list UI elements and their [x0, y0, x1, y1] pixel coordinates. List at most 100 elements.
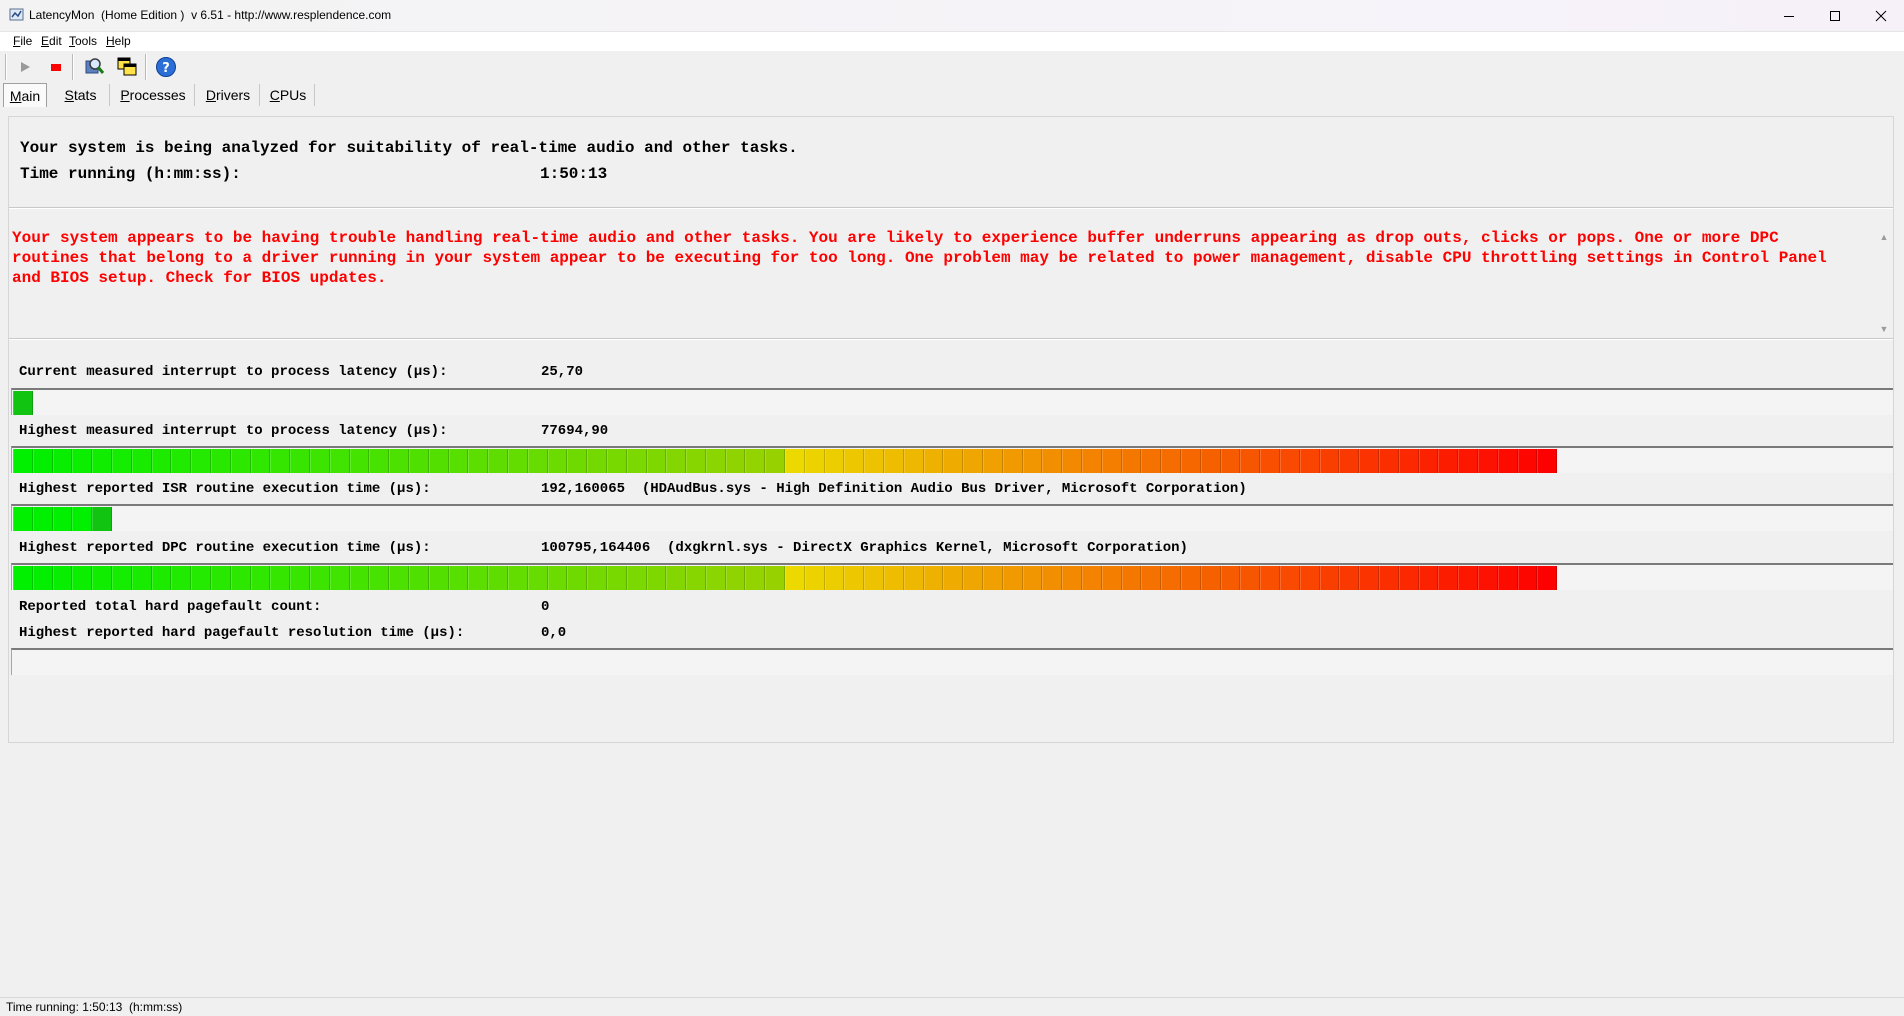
- meter-segment: [1062, 449, 1083, 473]
- menu-help[interactable]: Help: [106, 34, 131, 48]
- meter-segment: [72, 566, 93, 590]
- meter-segment: [309, 449, 330, 473]
- meter-segment: [1002, 449, 1023, 473]
- meter-segment: [210, 449, 231, 473]
- meter-segment: [686, 566, 706, 590]
- maximize-icon: [1830, 10, 1840, 21]
- meter-segment: [290, 566, 310, 590]
- meter-segment: [705, 449, 726, 473]
- divider: [9, 207, 1893, 209]
- current-latency-bar: [11, 388, 1893, 415]
- close-button[interactable]: [1858, 0, 1904, 31]
- meter-segment: [13, 449, 33, 473]
- time-running-value: 1:50:13: [540, 165, 608, 183]
- meter-segment: [1359, 566, 1379, 590]
- meter-segment: [72, 449, 93, 473]
- start-button[interactable]: [12, 54, 38, 80]
- meter-segment: [943, 449, 964, 473]
- meter-segment: [191, 449, 211, 473]
- pagefault-time-value: 0,0: [541, 625, 567, 641]
- menu-edit[interactable]: Edit: [41, 34, 62, 48]
- meter-segment: [507, 566, 528, 590]
- meter-segment: [864, 566, 885, 590]
- meter-segment: [626, 449, 647, 473]
- meter-segment: [369, 566, 390, 590]
- pagefault-count-value: 0: [541, 599, 550, 615]
- meter-segment: [923, 449, 944, 473]
- meter-segment: [1181, 566, 1201, 590]
- meter-segment: [1319, 449, 1340, 473]
- meter-segment: [527, 449, 548, 473]
- meter-segment: [309, 566, 330, 590]
- maximize-button[interactable]: [1812, 0, 1858, 31]
- menu-file[interactable]: File: [13, 34, 32, 48]
- meter-segment: [666, 566, 687, 590]
- meter-segment: [1299, 566, 1320, 590]
- meter-segment: [527, 566, 548, 590]
- tab-drivers[interactable]: Drivers: [197, 84, 260, 106]
- meter-segment: [606, 566, 627, 590]
- meter-segment: [92, 566, 112, 590]
- meter-segment: [884, 566, 904, 590]
- meter-segment: [131, 449, 152, 473]
- meter-segment: [1398, 566, 1419, 590]
- conclusion-message-box[interactable]: Your system appears to be having trouble…: [9, 221, 1892, 337]
- windows-button[interactable]: [114, 54, 140, 80]
- minimize-button[interactable]: [1766, 0, 1812, 31]
- scroll-down-arrow-icon[interactable]: ▼: [1879, 324, 1889, 334]
- meter-segment: [448, 566, 469, 590]
- meter-segment: [745, 449, 766, 473]
- meter-segment: [250, 449, 271, 473]
- meter-segment: [329, 566, 350, 590]
- meter-segment: [646, 566, 667, 590]
- analyze-button[interactable]: [81, 54, 107, 80]
- menu-tools[interactable]: Tools: [69, 34, 97, 48]
- meter-segment: [1319, 566, 1340, 590]
- help-button[interactable]: ?: [153, 54, 179, 80]
- tab-processes[interactable]: Processes: [112, 84, 195, 106]
- isr-execution-label: Highest reported ISR routine execution t…: [19, 481, 431, 497]
- meter-segment: [52, 566, 73, 590]
- meter-segment: [785, 449, 805, 473]
- status-text: Time running: 1:50:13 (h:mm:ss): [6, 1000, 183, 1014]
- meter-segment: [468, 449, 489, 473]
- scroll-up-arrow-icon[interactable]: ▲: [1879, 232, 1889, 242]
- meter-segment: [13, 391, 33, 415]
- meter-segment: [1161, 566, 1182, 590]
- meter-segment: [32, 566, 53, 590]
- meter-segment: [1339, 449, 1360, 473]
- meter-segment: [1220, 566, 1241, 590]
- stop-button[interactable]: [43, 54, 69, 80]
- meter-segment: [1260, 566, 1280, 590]
- meter-segment: [1022, 449, 1043, 473]
- meter-segment: [52, 449, 73, 473]
- tab-main[interactable]: Main: [3, 83, 47, 107]
- meter-segment: [250, 566, 271, 590]
- meter-segment: [32, 507, 53, 531]
- meter-segment: [230, 449, 251, 473]
- meter-segment: [1062, 566, 1083, 590]
- windows-icon: [117, 57, 137, 76]
- tab-cpus[interactable]: CPUs: [262, 84, 315, 106]
- meter-segment: [428, 566, 449, 590]
- meter-segment: [844, 449, 865, 473]
- tab-stats[interactable]: Stats: [52, 84, 110, 106]
- meter-segment: [448, 449, 469, 473]
- meter-segment: [646, 449, 667, 473]
- pagefault-count-label: Reported total hard pagefault count:: [19, 599, 322, 615]
- meter-segment: [963, 566, 984, 590]
- meter-segment: [1181, 449, 1201, 473]
- analyze-icon: [85, 58, 105, 74]
- meter-segment: [270, 566, 291, 590]
- meter-segment: [111, 566, 132, 590]
- meter-segment: [191, 566, 211, 590]
- meter-segment: [13, 566, 33, 590]
- meter-segment: [1121, 449, 1142, 473]
- meter-segment: [745, 566, 766, 590]
- meter-segment: [626, 566, 647, 590]
- meter-segment: [1240, 449, 1261, 473]
- meter-segment: [844, 566, 865, 590]
- meter-segment: [488, 449, 508, 473]
- meter-segment: [1101, 449, 1122, 473]
- meter-segment: [923, 566, 944, 590]
